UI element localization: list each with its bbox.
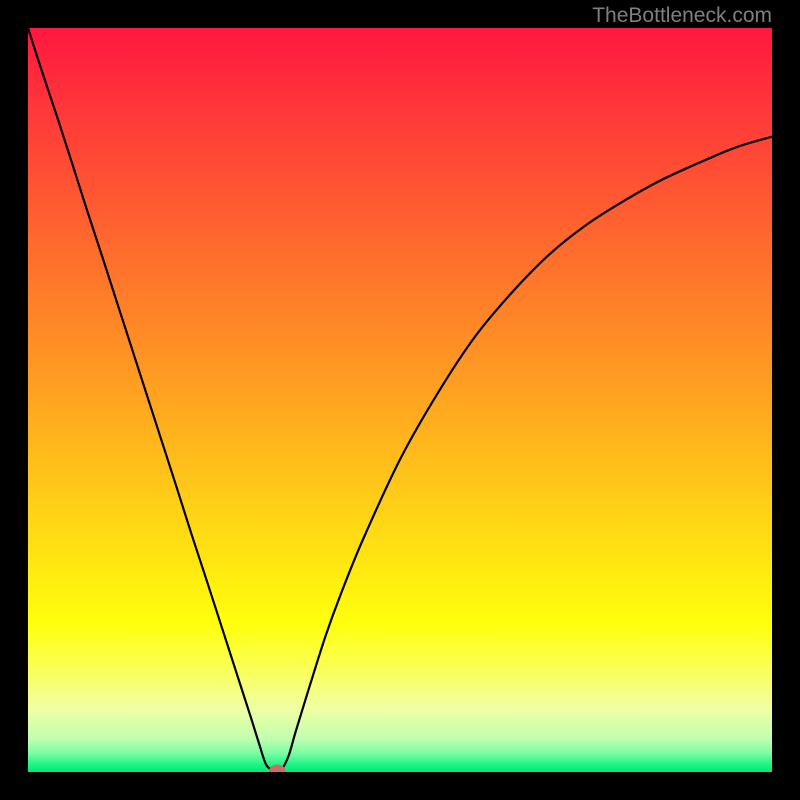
watermark-text: TheBottleneck.com xyxy=(592,4,772,28)
chart-frame: TheBottleneck.com xyxy=(0,0,800,800)
bottleneck-curve xyxy=(28,28,772,772)
curve-path xyxy=(28,28,772,771)
minimum-marker xyxy=(269,765,285,772)
plot-area xyxy=(28,28,772,772)
